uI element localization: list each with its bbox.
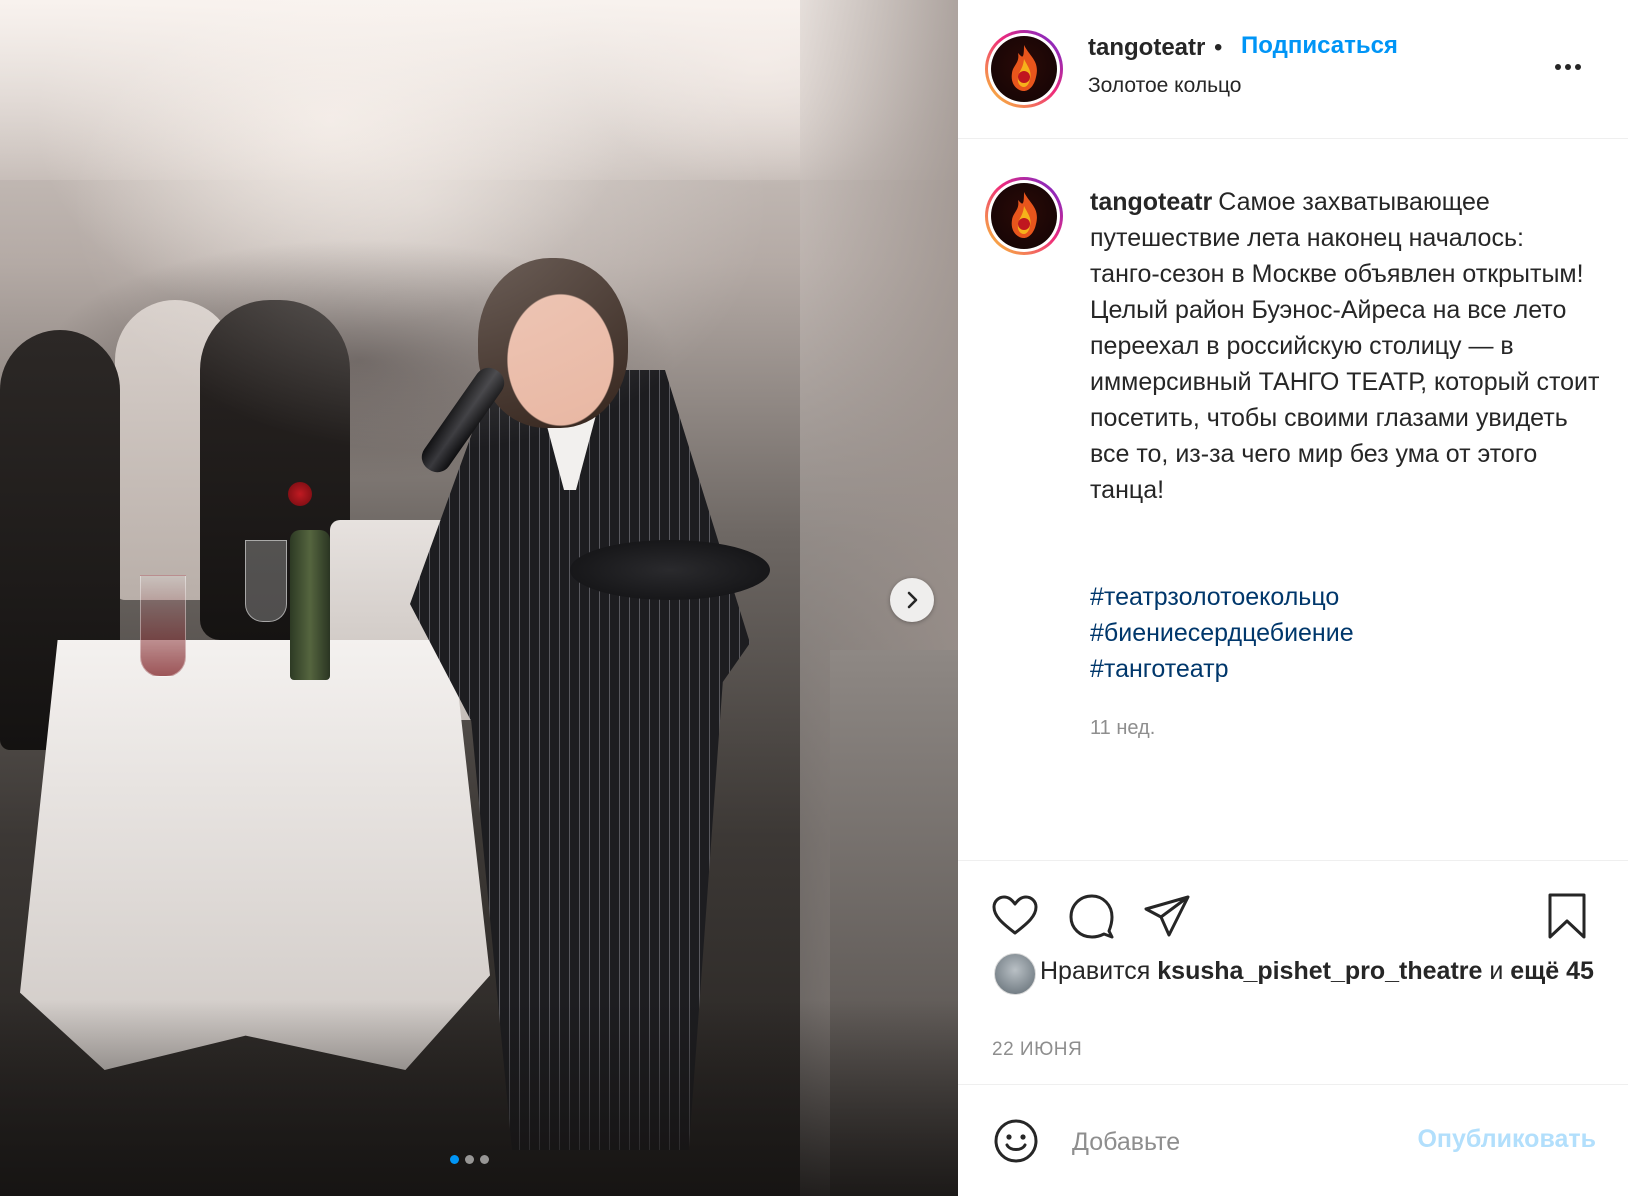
flame-logo-icon: [991, 36, 1057, 102]
liker-avatar[interactable]: [994, 953, 1036, 995]
hashtag-list: #театрзолотоекольцо #биениесердцебиение …: [1090, 579, 1600, 687]
carousel-next-button[interactable]: [890, 578, 934, 622]
caption-timestamp[interactable]: 11 нед.: [1090, 717, 1155, 740]
photo-haze: [0, 0, 958, 1196]
header-separator: •: [1214, 34, 1223, 61]
follow-button[interactable]: Подписаться: [1241, 32, 1398, 60]
post-date[interactable]: 22 ИЮНЯ: [992, 1039, 1082, 1061]
hashtag-link[interactable]: #танготеатр: [1090, 651, 1600, 687]
caption-text: Самое захватывающее путешествие лета нак…: [1090, 188, 1600, 504]
bookmark-icon[interactable]: [1542, 891, 1592, 941]
likes-summary: Нравится ksusha_pishet_pro_theatre и ещё…: [1040, 953, 1600, 990]
post-caption-section: tangoteatr Самое захватывающее путешестви…: [958, 139, 1628, 859]
likes-others-link[interactable]: ещё 45: [1510, 957, 1594, 985]
carousel-dot: [465, 1155, 474, 1164]
post-actions-section: Нравится ksusha_pishet_pro_theatre и ещё…: [958, 860, 1628, 1191]
heart-icon[interactable]: [990, 891, 1040, 941]
caption-author-avatar[interactable]: [985, 177, 1063, 255]
more-options-button[interactable]: [1548, 52, 1588, 82]
paper-plane-icon[interactable]: [1142, 891, 1192, 941]
carousel-dot: [480, 1155, 489, 1164]
post-photo[interactable]: [0, 0, 958, 1196]
location-link[interactable]: Золотое кольцо: [1088, 74, 1242, 98]
smiley-icon[interactable]: [992, 1117, 1040, 1165]
more-horizontal-icon: [1555, 64, 1561, 70]
comment-bar: Опубликовать: [958, 1084, 1628, 1195]
flame-logo-icon: [991, 183, 1057, 249]
liker-username-link[interactable]: ksusha_pishet_pro_theatre: [1157, 957, 1482, 985]
carousel-indicator: [450, 1155, 489, 1164]
author-avatar[interactable]: [985, 30, 1063, 108]
post-side-panel: tangoteatr • Подписаться Золотое кольцо …: [958, 0, 1628, 1196]
post-caption: tangoteatr Самое захватывающее путешестви…: [1090, 184, 1600, 508]
likes-prefix: Нравится: [1040, 957, 1151, 985]
caption-username-link[interactable]: tangoteatr: [1090, 188, 1212, 216]
author-username-link[interactable]: tangoteatr: [1088, 34, 1205, 62]
hashtag-link[interactable]: #театрзолотоекольцо: [1090, 579, 1600, 615]
hashtag-link[interactable]: #биениесердцебиение: [1090, 615, 1600, 651]
likes-conjunction: и: [1489, 957, 1504, 985]
chevron-right-icon: [907, 591, 918, 609]
publish-button[interactable]: Опубликовать: [1396, 1125, 1596, 1154]
post-header: tangoteatr • Подписаться Золотое кольцо: [958, 0, 1628, 139]
comment-bubble-icon[interactable]: [1066, 891, 1116, 941]
carousel-dot: [450, 1155, 459, 1164]
